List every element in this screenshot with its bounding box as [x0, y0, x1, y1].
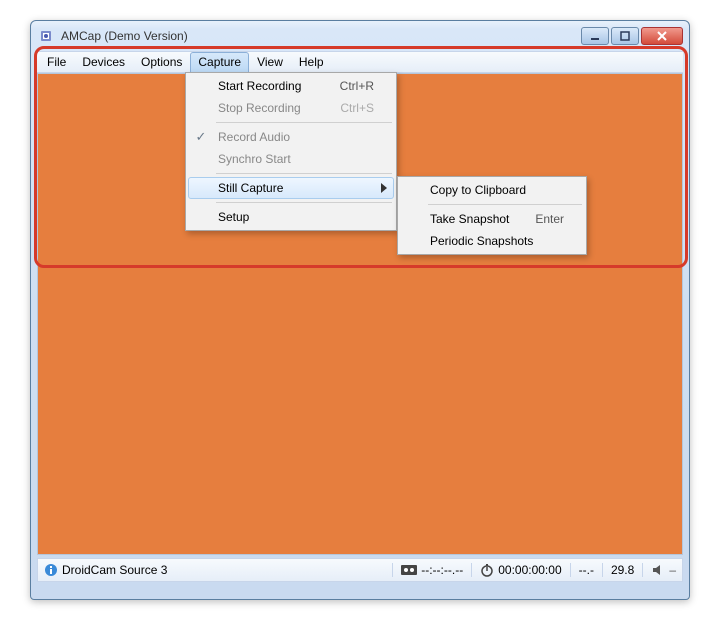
status-fps: 29.8 [602, 563, 634, 577]
cassette-icon [401, 564, 417, 576]
menu-item-label: Still Capture [218, 181, 283, 195]
status-source-label: DroidCam Source 3 [62, 563, 167, 577]
menu-item-label: Copy to Clipboard [430, 183, 526, 197]
info-icon [44, 563, 58, 577]
submenu-arrow-icon [381, 183, 387, 193]
status-tape-time: --:--:--.-- [421, 563, 463, 577]
status-dropped-label: --.- [579, 563, 594, 577]
status-tape: --:--:--.-- [392, 563, 463, 577]
menu-synchro-start: Synchro Start [188, 148, 394, 170]
menu-take-snapshot[interactable]: Take Snapshot Enter [400, 208, 584, 230]
menu-view[interactable]: View [249, 52, 291, 72]
status-clock: 00:00:00:00 [471, 563, 561, 577]
menu-item-label: Periodic Snapshots [430, 234, 533, 248]
menu-options[interactable]: Options [133, 52, 190, 72]
maximize-button[interactable] [611, 27, 639, 45]
menu-setup[interactable]: Setup [188, 206, 394, 228]
menu-copy-clipboard[interactable]: Copy to Clipboard [400, 179, 584, 201]
capture-dropdown: Start Recording Ctrl+R Stop Recording Ct… [185, 72, 397, 231]
statusbar: DroidCam Source 3 --:--:--.-- 00:00:00:0… [37, 558, 683, 582]
menu-item-shortcut: Enter [535, 212, 564, 226]
status-fps-label: 29.8 [611, 563, 634, 577]
menu-separator [216, 173, 392, 174]
window-title: AMCap (Demo Version) [61, 29, 579, 43]
menu-stop-recording: Stop Recording Ctrl+S [188, 97, 394, 119]
stopwatch-icon [480, 563, 494, 577]
audio-dash: – [669, 563, 676, 577]
menu-item-label: Setup [218, 210, 249, 224]
minimize-button[interactable] [581, 27, 609, 45]
menu-help[interactable]: Help [291, 52, 332, 72]
menu-periodic-snapshots[interactable]: Periodic Snapshots [400, 230, 584, 252]
menu-capture[interactable]: Capture [190, 52, 249, 72]
menu-still-capture[interactable]: Still Capture [188, 177, 394, 199]
titlebar: AMCap (Demo Version) [31, 21, 689, 51]
app-icon [39, 28, 55, 44]
menu-devices[interactable]: Devices [74, 52, 133, 72]
window-buttons [579, 27, 683, 45]
check-icon: ✓ [196, 129, 207, 145]
menu-separator [216, 122, 392, 123]
menu-item-shortcut: Ctrl+R [340, 79, 374, 93]
menu-separator [428, 204, 582, 205]
menu-item-label: Take Snapshot [430, 212, 509, 226]
close-button[interactable] [641, 27, 683, 45]
menu-separator [216, 202, 392, 203]
still-capture-submenu: Copy to Clipboard Take Snapshot Enter Pe… [397, 176, 587, 255]
menu-item-label: Stop Recording [218, 101, 301, 115]
status-clock-time: 00:00:00:00 [498, 563, 561, 577]
status-source: DroidCam Source 3 [44, 563, 167, 577]
status-audio[interactable]: – [642, 563, 676, 577]
menu-item-label: Start Recording [218, 79, 301, 93]
menu-item-label: Synchro Start [218, 152, 291, 166]
status-dropped: --.- [570, 563, 594, 577]
menu-record-audio: ✓ Record Audio [188, 126, 394, 148]
speaker-icon [651, 563, 665, 577]
menu-item-label: Record Audio [218, 130, 290, 144]
menubar: File Devices Options Capture View Help [37, 51, 683, 73]
menu-start-recording[interactable]: Start Recording Ctrl+R [188, 75, 394, 97]
menu-item-shortcut: Ctrl+S [340, 101, 374, 115]
menu-file[interactable]: File [39, 52, 74, 72]
